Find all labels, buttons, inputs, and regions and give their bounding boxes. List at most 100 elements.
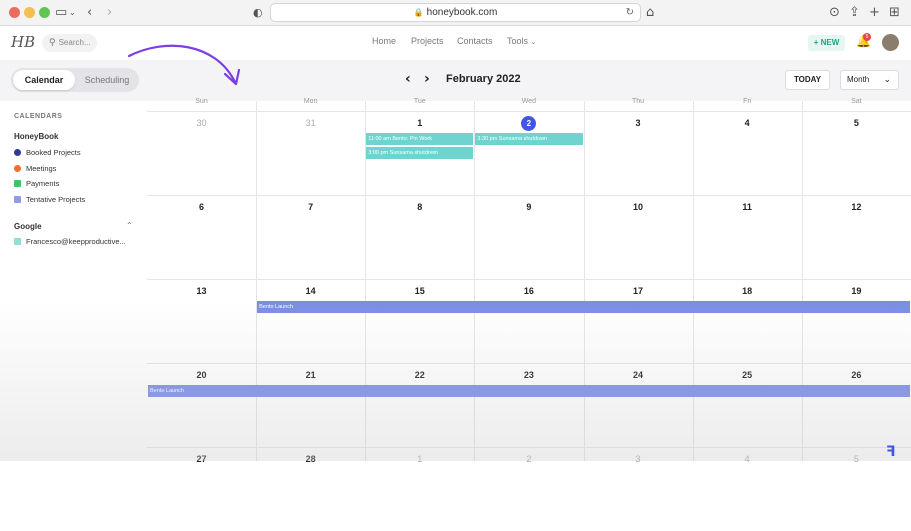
new-button[interactable]: + NEW	[808, 35, 845, 51]
calendar-event[interactable]: 11:00 am Bento: Pin Work	[366, 133, 474, 145]
calendar-label: Tentative Projects	[26, 194, 86, 204]
day-number: 30	[147, 116, 256, 130]
day-number-text: 28	[305, 454, 316, 464]
day-number-text: 10	[633, 202, 644, 212]
day-number: 21	[256, 368, 365, 382]
calendar-color-swatch	[14, 195, 21, 203]
day-number-text: 1	[417, 454, 423, 464]
month-grid: Sun Mon Tue Wed Thu Fri Sat 30 31 1 2 3 4 5 6 7 8 9 10 11 12…	[147, 98, 911, 464]
weekday-header: Wed	[521, 98, 537, 105]
day-number: 18	[693, 284, 802, 298]
nav-link-projects[interactable]: Projects	[411, 36, 444, 46]
day-number: 11	[693, 200, 802, 214]
nav-link-tools[interactable]: Tools ⌄	[507, 36, 536, 46]
day-number-text: 23	[523, 370, 534, 380]
close-window-button[interactable]	[9, 7, 20, 18]
calendar-label: Meetings	[26, 163, 57, 173]
day-number-text: 18	[742, 286, 753, 296]
day-number-text: 6	[198, 202, 204, 212]
annotation-arrow-icon	[127, 44, 241, 86]
notification-badge: 5	[863, 33, 871, 41]
day-number: 24	[584, 368, 693, 382]
tab-overview-icon[interactable]: ⊞	[889, 4, 900, 22]
day-number-text: 2	[521, 116, 537, 131]
honeybook-group-label: HoneyBook	[14, 132, 59, 141]
calendars-sidebar: CALENDARS HoneyBook Booked Projects Meeti…	[0, 101, 147, 461]
day-number: 13	[147, 284, 256, 298]
calendar-toggle-item[interactable]: Meetings	[14, 164, 56, 174]
reload-icon[interactable]: ↻	[626, 4, 634, 21]
previous-month-icon[interactable]: ‹	[405, 71, 411, 87]
calendar-toggle-item[interactable]: Booked Projects	[14, 148, 81, 158]
calendar-event[interactable]: 3:00 pm Sunsama shutdown	[366, 147, 474, 159]
day-number-text: 22	[414, 370, 425, 380]
address-bar[interactable]: 🔒 honeybook.com ↻	[270, 3, 641, 22]
calendar-event[interactable]: 3:30 pm Sunsama shutdown	[475, 133, 583, 145]
calendar-event[interactable]: Bento Launch	[257, 301, 910, 313]
calendar-color-swatch	[14, 149, 21, 156]
day-number: 3	[584, 116, 693, 130]
day-number-text: 13	[196, 286, 207, 296]
day-number: 14	[256, 284, 365, 298]
chevron-down-icon: ⌄	[530, 38, 537, 46]
day-number: 28	[256, 452, 365, 466]
download-icon[interactable]: ⊙	[829, 4, 840, 22]
day-number: 6	[147, 200, 256, 214]
tab-calendar[interactable]: Calendar	[13, 70, 75, 90]
calendar-label: Payments	[26, 179, 60, 188]
chevron-up-icon[interactable]: ⌃	[126, 221, 133, 230]
day-number-text: 26	[851, 370, 862, 380]
minimize-window-button[interactable]	[24, 7, 35, 18]
day-number-text: 5	[853, 118, 859, 128]
day-number-text: 24	[633, 370, 644, 380]
search-input[interactable]: ⚲ Search...	[42, 34, 97, 52]
day-number-text: 9	[526, 202, 532, 212]
forward-icon[interactable]: ›	[107, 4, 112, 22]
chevron-down-icon: ⌄	[883, 75, 891, 85]
lock-icon: 🔒	[413, 8, 424, 17]
calendars-heading: CALENDARS	[14, 113, 63, 120]
day-number: 27	[147, 452, 256, 466]
calendar-color-swatch	[14, 180, 21, 187]
help-chat-icon[interactable]: ꟻ	[886, 444, 896, 460]
back-icon[interactable]: ‹	[87, 4, 92, 22]
nav-link-contacts[interactable]: Contacts	[457, 36, 493, 46]
calendar-label: Booked Projects	[26, 148, 81, 157]
new-tab-icon[interactable]: +	[869, 4, 880, 22]
day-number-text: 25	[742, 370, 753, 380]
chevron-down-icon[interactable]: ⌄	[69, 4, 76, 22]
home-icon[interactable]: ⌂	[646, 4, 654, 22]
shield-icon[interactable]: ◐	[253, 4, 263, 22]
weekday-header: Fri	[743, 98, 752, 105]
calendar-color-swatch	[14, 164, 21, 172]
calendar-toggle-item[interactable]: Tentative Projects	[14, 195, 85, 205]
url-text: honeybook.com	[426, 7, 498, 18]
day-number: 19	[802, 284, 911, 298]
today-button[interactable]: TODAY	[785, 70, 830, 90]
sidebar-toggle-icon[interactable]: ▭	[55, 4, 67, 22]
calendar-label: Francesco@keepproductive...	[26, 237, 126, 246]
day-number-text: 27	[196, 454, 207, 464]
view-select[interactable]: Month ⌄	[840, 70, 899, 90]
avatar[interactable]	[882, 34, 899, 51]
maximize-window-button[interactable]	[39, 7, 50, 18]
share-icon[interactable]: ⇪	[849, 4, 860, 22]
day-number-text: 19	[851, 286, 862, 296]
calendar-event[interactable]: Bento Launch	[148, 385, 910, 397]
day-number: 2	[474, 452, 583, 466]
view-switcher: Calendar Scheduling	[11, 68, 139, 92]
day-number-text: 7	[308, 202, 314, 212]
day-number: 1	[365, 452, 474, 466]
calendar-toggle-item[interactable]: Francesco@keepproductive...	[14, 237, 126, 247]
day-number: 10	[584, 200, 693, 214]
honeybook-logo[interactable]: HB	[11, 33, 35, 51]
next-month-icon[interactable]: ›	[424, 71, 430, 87]
day-number: 16	[474, 284, 583, 298]
calendar-toggle-item[interactable]: Payments	[14, 179, 59, 189]
nav-link-home[interactable]: Home	[372, 36, 396, 46]
day-number-text: 8	[417, 202, 423, 212]
day-number-text: 4	[744, 454, 750, 464]
day-number-text: 4	[744, 118, 750, 128]
day-number: 31	[256, 116, 365, 130]
day-number: 20	[147, 368, 256, 382]
